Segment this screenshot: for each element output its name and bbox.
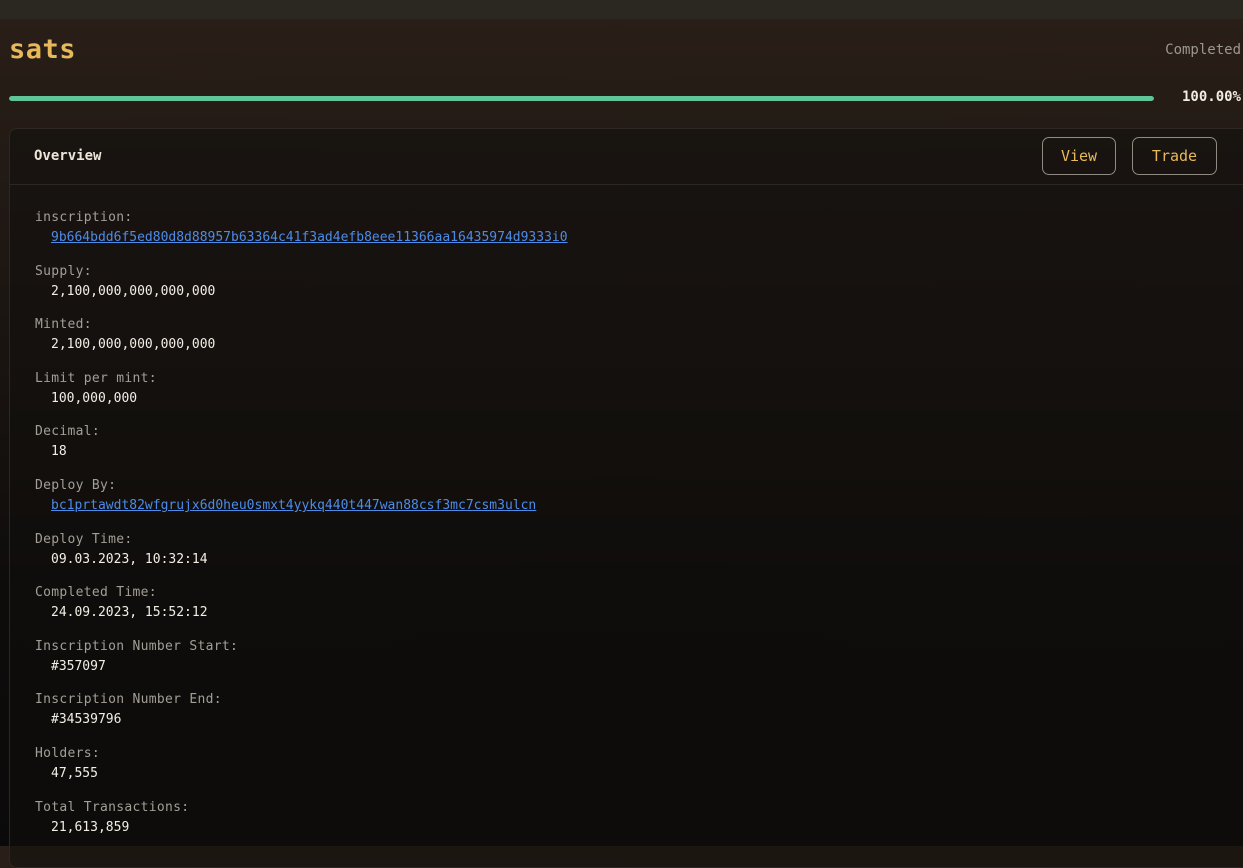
- status-badge: Completed: [1165, 42, 1241, 58]
- view-button[interactable]: View: [1042, 137, 1116, 175]
- field-label: Inscription Number End:: [35, 692, 222, 708]
- minted-value: 2,100,000,000,000,000: [51, 337, 216, 353]
- field-inscription-number-start: Inscription Number Start: #357097: [35, 638, 568, 692]
- supply-value: 2,100,000,000,000,000: [51, 283, 216, 299]
- overview-card: Overview View Trade inscription: 9b664bd…: [9, 128, 1243, 868]
- field-decimal: Decimal: 18: [35, 423, 568, 477]
- field-supply: Supply: 2,100,000,000,000,000: [35, 263, 568, 317]
- field-deploy-time: Deploy Time: 09.03.2023, 10:32:14: [35, 531, 568, 585]
- field-label: inscription:: [35, 210, 133, 225]
- field-label: Limit per mint:: [35, 370, 157, 386]
- limit-per-mint-value: 100,000,000: [51, 390, 138, 406]
- field-label: Total Transactions:: [35, 799, 190, 815]
- field-label: Deploy By:: [35, 477, 117, 493]
- overview-header: Overview View Trade: [10, 129, 1243, 185]
- field-label: Holders:: [35, 745, 101, 761]
- overview-fields: inscription: 9b664bdd6f5ed80d8d88957b633…: [35, 209, 568, 852]
- mint-progress-bar: [9, 96, 1154, 101]
- holders-value: 47,555: [51, 765, 98, 781]
- field-label: Decimal:: [35, 424, 101, 440]
- field-limit-per-mint: Limit per mint: 100,000,000: [35, 370, 568, 424]
- deploy-time-value: 09.03.2023, 10:32:14: [51, 551, 208, 567]
- field-inscription-number-end: Inscription Number End: #34539796: [35, 691, 568, 745]
- completed-time-value: 24.09.2023, 15:52:12: [51, 605, 208, 621]
- field-minted: Minted: 2,100,000,000,000,000: [35, 316, 568, 370]
- field-label: Deploy Time:: [35, 531, 133, 547]
- field-label: Minted:: [35, 317, 92, 333]
- field-label: Inscription Number Start:: [35, 638, 239, 654]
- field-completed-time: Completed Time: 24.09.2023, 15:52:12: [35, 584, 568, 638]
- mint-progress-fill: [9, 96, 1154, 101]
- top-bar: [0, 0, 1243, 19]
- inscription-number-end-value: #34539796: [51, 712, 122, 728]
- trade-button[interactable]: Trade: [1132, 137, 1217, 175]
- overview-title: Overview: [34, 148, 102, 164]
- inscription-number-start-value: #357097: [51, 658, 106, 674]
- deployer-address-link[interactable]: bc1prtawdt82wfgrujx6d0heu0smxt4yykq440t4…: [51, 497, 568, 515]
- field-deploy-by: Deploy By: bc1prtawdt82wfgrujx6d0heu0smx…: [35, 477, 568, 531]
- page-title: sats: [9, 34, 77, 65]
- field-total-transactions: Total Transactions: 21,613,859: [35, 799, 568, 853]
- field-label: Supply:: [35, 263, 92, 279]
- field-holders: Holders: 47,555: [35, 745, 568, 799]
- field-label: Completed Time:: [35, 585, 157, 601]
- total-transactions-value: 21,613,859: [51, 819, 130, 835]
- mint-progress-label: 100.00%: [1181, 89, 1241, 105]
- field-inscription: inscription: 9b664bdd6f5ed80d8d88957b633…: [35, 209, 568, 263]
- inscription-link[interactable]: 9b664bdd6f5ed80d8d88957b63364c41f3ad4efb…: [51, 229, 568, 247]
- decimal-value: 18: [51, 444, 67, 460]
